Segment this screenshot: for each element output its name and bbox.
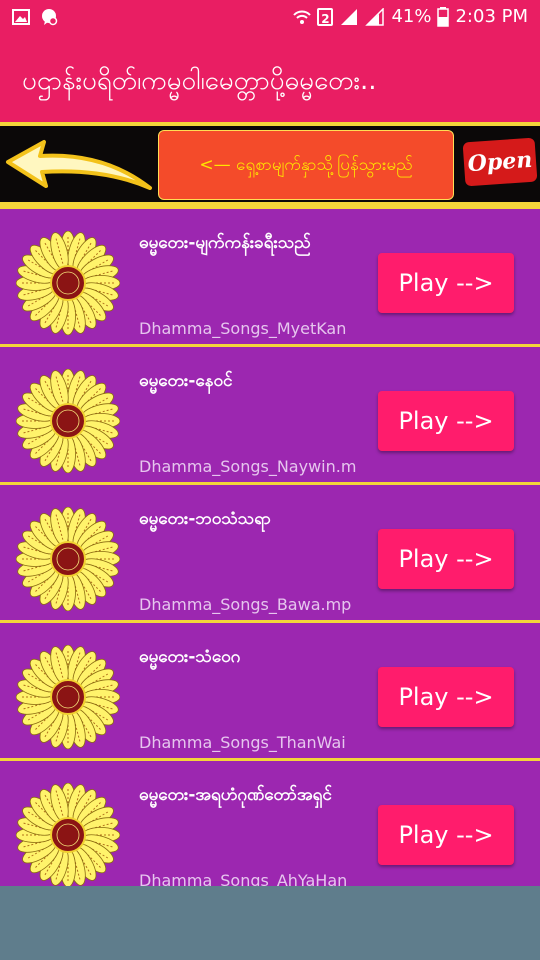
back-arrow-icon[interactable] <box>4 138 154 192</box>
song-row-1: ဓမ္မတေး-မျက်ကန်းခရီးသည် Dhamma_Songs_Mye… <box>0 206 540 344</box>
song-title: ဓမ္မတေး-ဘဝသံသရာ <box>139 509 271 529</box>
song-filename: Dhamma_Songs_Naywin.m <box>139 457 357 476</box>
song-row-3: ဓမ္မတေး-ဘဝသံသရာ Dhamma_Songs_Bawa.mp Pla… <box>0 482 540 620</box>
song-filename: Dhamma_Songs_Bawa.mp <box>139 595 352 614</box>
navigation-banner: <— ရှေ့စာမျက်နှာသို့ပြန်သွားမည် Open <box>0 122 540 206</box>
dhamma-wheel-icon <box>16 645 120 749</box>
status-bar: 2 41% 2:03 PM <box>0 0 540 38</box>
play-button[interactable]: Play --> <box>378 805 514 865</box>
song-row-2: ဓမ္မတေး-နေဝင် Dhamma_Songs_Naywin.m Play… <box>0 344 540 482</box>
go-back-button[interactable]: <— ရှေ့စာမျက်နှာသို့ပြန်သွားမည် <box>158 130 454 200</box>
song-title: ဓမ္မတေး-နေဝင် <box>139 371 233 391</box>
song-title: ဓမ္မတေး-မျက်ကန်းခရီးသည် <box>139 233 311 253</box>
battery-percent: 41% <box>391 6 432 27</box>
system-status: 2 41% 2:03 PM <box>293 6 528 27</box>
messenger-icon <box>42 9 58 26</box>
signal-icon <box>341 8 358 25</box>
play-button[interactable]: Play --> <box>378 667 514 727</box>
notification-icons <box>12 8 58 26</box>
play-button[interactable]: Play --> <box>378 391 514 451</box>
dhamma-wheel-icon <box>16 369 120 473</box>
battery-icon <box>437 6 450 27</box>
app-bar: ပဌာန်းပရိတ်၊ကမ္မဝါ၊မေတ္တာပို့ဓမ္မတေး.. <box>0 38 540 122</box>
song-filename: Dhamma_Songs_ThanWai <box>139 733 346 752</box>
image-icon <box>12 9 30 25</box>
dhamma-wheel-icon <box>16 231 120 335</box>
song-title: ဓမ္မတေး-သံဝေဂ <box>139 647 241 667</box>
song-filename: Dhamma_Songs_AhYaHan <box>139 871 348 886</box>
song-filename: Dhamma_Songs_MyetKan <box>139 319 347 338</box>
play-button[interactable]: Play --> <box>378 529 514 589</box>
play-button[interactable]: Play --> <box>378 253 514 313</box>
dhamma-wheel-icon <box>16 783 120 886</box>
open-button[interactable]: Open <box>462 137 538 187</box>
song-row-4: ဓမ္မတေး-သံဝေဂ Dhamma_Songs_ThanWai Play … <box>0 620 540 758</box>
page-title: ပဌာန်းပရိတ်၊ကမ္မဝါ၊မေတ္တာပို့ဓမ္မတေး.. <box>22 66 377 96</box>
dhamma-wheel-icon <box>16 507 120 611</box>
signal-icon-secondary <box>365 7 385 26</box>
song-row-5: ဓမ္မတေး-အရဟံဂုဏ်တော်အရှင် Dhamma_Songs_A… <box>0 758 540 886</box>
wifi-icon <box>293 10 312 24</box>
sim-slot-badge: 2 <box>317 7 334 26</box>
song-title: ဓမ္မတေး-အရဟံဂုဏ်တော်အရှင် <box>139 785 332 805</box>
song-list[interactable]: ဓမ္မတေး-မျက်ကန်းခရီးသည် Dhamma_Songs_Mye… <box>0 206 540 886</box>
clock: 2:03 PM <box>455 6 528 27</box>
